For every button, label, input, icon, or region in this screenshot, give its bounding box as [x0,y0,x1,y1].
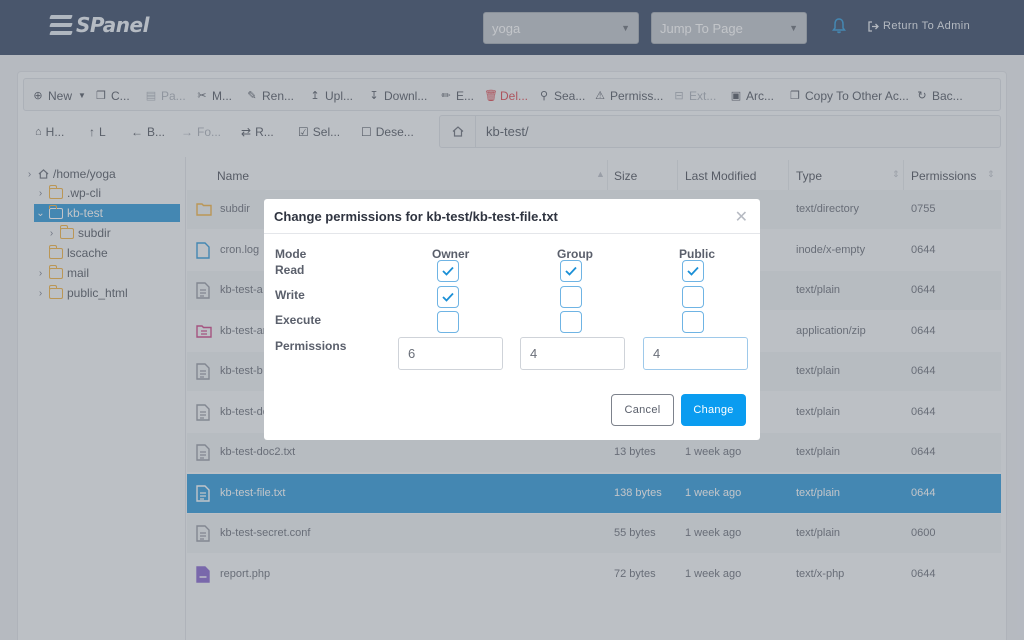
owner-permission-input[interactable]: 6 [398,337,503,370]
group-label: Group [557,247,593,261]
public-execute-checkbox[interactable] [682,311,704,333]
mode-label: Mode [275,247,307,261]
owner-read-checkbox[interactable] [437,260,459,282]
group-write-checkbox[interactable] [560,286,582,308]
cancel-button[interactable]: Cancel [611,394,674,426]
owner-write-checkbox[interactable] [437,286,459,308]
check-icon [565,266,577,276]
group-read-checkbox[interactable] [560,260,582,282]
group-execute-checkbox[interactable] [560,311,582,333]
change-permissions-dialog: Change permissions for kb-test/kb-test-f… [264,199,760,440]
group-permission-input[interactable]: 4 [520,337,625,370]
close-icon[interactable]: ✕ [735,207,748,227]
check-icon [442,292,454,302]
owner-label: Owner [432,247,470,261]
permissions-label: Permissions [275,339,347,353]
public-label: Public [679,247,716,261]
check-icon [442,266,454,276]
check-icon [687,266,699,276]
public-read-checkbox[interactable] [682,260,704,282]
write-label: Write [275,288,305,302]
owner-execute-checkbox[interactable] [437,311,459,333]
public-write-checkbox[interactable] [682,286,704,308]
change-button[interactable]: Change [681,394,746,426]
execute-label: Execute [275,313,322,327]
read-label: Read [275,263,305,277]
dialog-title: Change permissions for kb-test/kb-test-f… [274,209,558,224]
public-permission-input[interactable]: 4 [643,337,748,370]
divider [264,233,760,234]
